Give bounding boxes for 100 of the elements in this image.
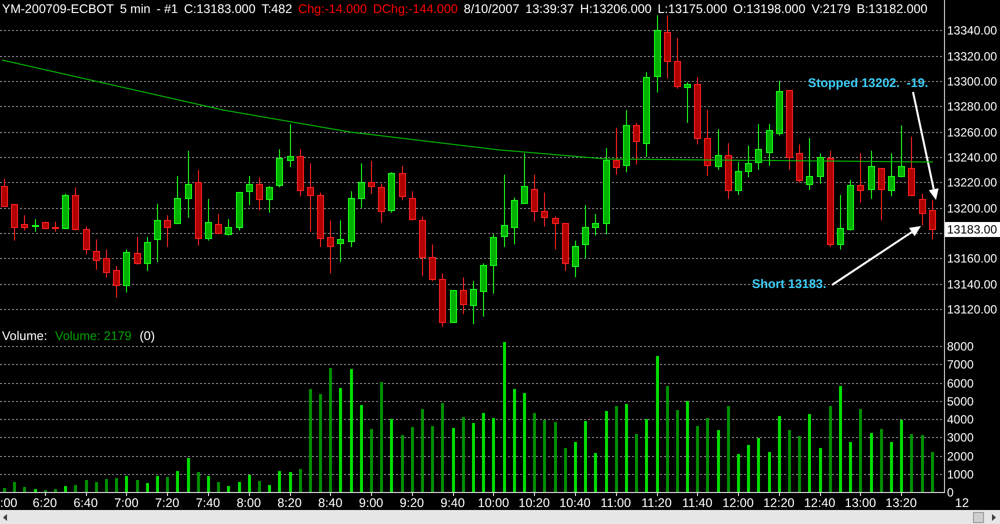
candle [287,124,294,168]
candle [348,190,355,248]
candle [898,124,905,178]
quote-field: O:13198.000 [733,2,806,16]
candle [592,214,599,236]
candle [72,186,79,231]
quote-field: H:13206.000 [580,2,652,16]
volume-bar [258,481,261,492]
candle [52,221,59,232]
candle [327,220,334,274]
candle [236,192,243,231]
volume-bar [564,448,567,492]
volume-bar [472,423,475,492]
volume-label: 2000 [947,450,974,464]
candle [378,183,385,224]
time-label: 9:00 [358,496,384,510]
volume-bar [278,471,281,492]
volume-bar [289,472,292,492]
scroll-left-arrow-icon[interactable] [3,514,7,520]
candle [755,124,762,170]
volume-bar [880,429,883,492]
candle [317,192,324,248]
candle [929,200,936,240]
volume-bar [411,427,414,492]
candle [521,152,528,204]
candle [562,222,569,272]
price-label: 13220.00 [947,176,998,190]
candle [470,280,477,325]
price-label: 13120.00 [947,302,998,316]
quote-field: 13:39:37 [525,2,574,16]
volume-bar [3,488,6,492]
price-label: 13200.00 [947,202,998,216]
time-label: 10:00 [478,496,510,510]
volume-bar [910,434,913,492]
scrollbar-thumb[interactable] [973,512,984,522]
volume-bar [900,420,903,492]
time-label: 8:20 [277,496,302,510]
volume-label: 5000 [947,394,974,408]
time-label: 12:40 [804,496,836,510]
candle [582,204,589,259]
candle [694,76,701,145]
volume-bar [125,476,128,492]
candle [735,162,742,196]
candle [908,136,915,197]
candle [633,122,640,166]
volume-bar [115,478,118,492]
volume-label: 6000 [947,376,974,390]
volume-bar [798,436,801,492]
time-label: 7:20 [155,496,180,510]
candle [796,144,803,183]
scrollbar-track[interactable] [0,510,1000,524]
volume-bar [737,454,740,492]
candle [429,244,436,282]
volume-bar [105,479,108,492]
candle [164,214,171,248]
legend-text: Volume: [2,330,48,342]
volume-bar [370,429,373,492]
volume-label: 7000 [947,358,974,372]
axis-corner-label: 12 [955,496,969,510]
volume-bar [401,435,404,492]
candle [399,165,406,201]
annotation-text: Short 13183. [752,277,826,291]
time-label: 13:00 [844,496,876,510]
volume-bar [849,442,852,492]
volume-bar [136,480,139,492]
volume-bar [156,476,159,492]
volume-label: 1000 [947,468,974,482]
scroll-right-arrow-icon[interactable] [992,514,996,520]
volume-bar [594,453,597,492]
candle [888,152,895,197]
volume-bar [248,475,251,492]
candle [32,218,39,232]
candle [103,248,110,278]
candle [613,127,620,176]
volume-bar [921,435,924,492]
candle [450,290,457,324]
volume-bar [187,458,190,492]
time-label: 7:40 [196,496,220,510]
candle [623,110,630,173]
volume-bar [554,422,557,492]
candle [11,203,18,242]
candle [857,152,864,204]
volume-label: 8000 [947,340,974,354]
volume-bar [74,485,77,492]
candle [837,194,844,250]
candle [409,190,416,221]
volume-bar [166,477,169,492]
price-label: 13160.00 [947,252,998,266]
candle [552,216,559,250]
candle [745,145,752,178]
candle [174,176,181,225]
time-label: 11:20 [641,496,672,510]
quote-field: DChg:-144.000 [372,2,458,16]
candle [806,138,813,190]
candle [154,203,161,263]
candle [93,238,100,270]
price-label: 13240.00 [947,150,998,164]
volume-bar [227,486,230,492]
volume-bar [95,482,98,492]
candle [725,142,732,200]
